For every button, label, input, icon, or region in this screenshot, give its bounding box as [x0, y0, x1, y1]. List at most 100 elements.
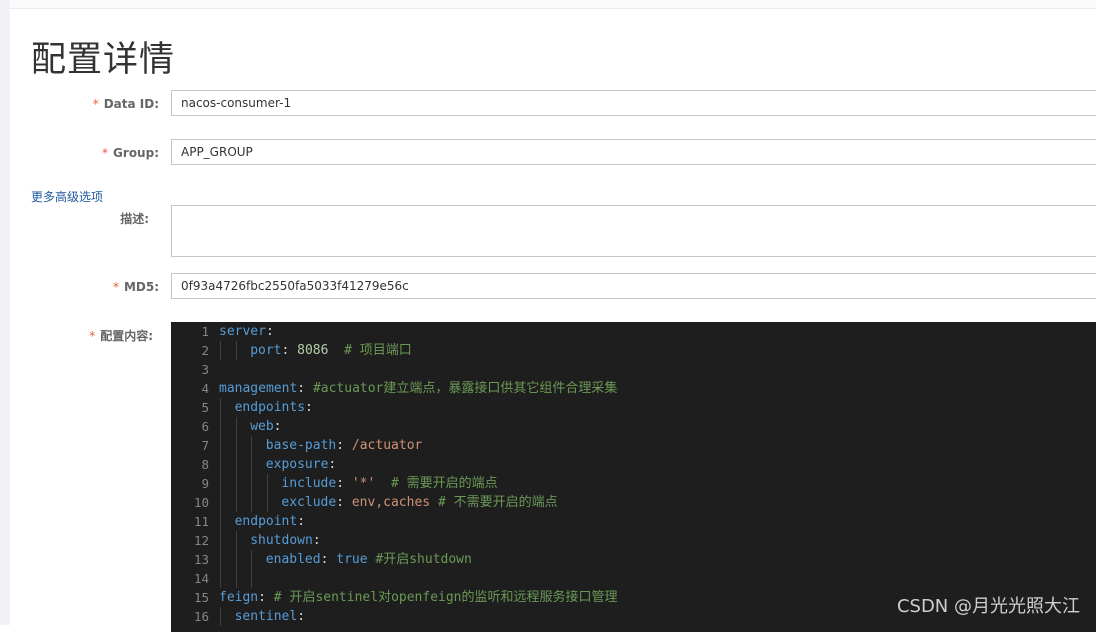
left-sidebar-edge [0, 0, 10, 625]
code-token: : [297, 514, 306, 529]
code-text: shutdown: [250, 531, 320, 550]
indent-guide [251, 550, 253, 569]
code-token: : [297, 381, 313, 396]
code-line: 8 exposure: [171, 455, 1096, 474]
line-number: 10 [193, 495, 209, 510]
indent-guide [266, 474, 268, 493]
code-token: : [312, 533, 321, 548]
code-line: 13 enabled: true #开启shutdown [171, 550, 1096, 569]
line-number: 13 [193, 552, 209, 567]
code-text: include: '*' # 需要开启的端点 [281, 474, 497, 493]
indent-guide [251, 493, 253, 512]
line-number: 16 [193, 609, 209, 624]
code-token: feign [219, 590, 259, 605]
code-token: : [328, 457, 337, 472]
line-number: 15 [193, 590, 209, 605]
description-label: 描述: [120, 212, 149, 226]
indent-guide [220, 436, 221, 455]
code-line: 6 web: [171, 417, 1096, 436]
code-token: exposure [265, 457, 329, 472]
indent-guide [235, 455, 237, 474]
indent-guide [251, 474, 253, 493]
indent-guide [220, 512, 221, 531]
line-number: 4 [201, 381, 209, 396]
code-text: endpoint: [235, 512, 305, 531]
code-token: # 需要开启的端点 [390, 476, 498, 491]
line-number: 12 [193, 533, 209, 548]
line-number: 6 [201, 419, 209, 434]
code-line: 14 [171, 569, 1096, 588]
code-token: : [258, 590, 274, 605]
code-token: true [336, 552, 368, 567]
indent-guide [220, 341, 221, 360]
code-token: #actuator建立端点，暴露接口供其它组件合理采集 [312, 381, 618, 396]
indent-guide [220, 398, 221, 417]
code-token: management [219, 381, 298, 396]
code-token: : [305, 400, 313, 415]
advanced-options-link[interactable]: 更多高级选项 [31, 188, 103, 205]
code-token: endpoint [234, 514, 298, 529]
indent-guide [220, 474, 221, 493]
line-number: 9 [201, 476, 209, 491]
required-mark: * [112, 280, 119, 294]
indent-guide [220, 455, 221, 474]
indent-guide [235, 569, 237, 588]
content-label: * 配置内容: [0, 327, 153, 345]
code-token: : [336, 495, 352, 510]
code-text: enabled: true #开启shutdown [266, 550, 472, 569]
indent-guide [220, 569, 221, 588]
code-line: 3 [171, 360, 1096, 379]
data-id-input[interactable] [171, 90, 1096, 116]
group-label-text: Group: [113, 146, 159, 160]
indent-guide [251, 569, 253, 588]
code-text: exposure: [266, 455, 336, 474]
data-id-label: * Data ID: [4, 95, 159, 113]
line-number: 2 [201, 343, 209, 358]
code-line: 7 base-path: /actuator [171, 436, 1096, 455]
code-text: port: 8086 # 项目端口 [250, 341, 412, 360]
code-token: web [250, 419, 274, 434]
code-token: exclude [281, 495, 337, 510]
watermark: CSDN @月光光照大江 [896, 596, 1080, 617]
indent-guide [220, 417, 221, 436]
code-text: web: [250, 417, 281, 436]
md5-input[interactable] [171, 273, 1096, 299]
indent-guide [220, 550, 221, 569]
description-textarea[interactable] [171, 205, 1096, 257]
top-bar [10, 0, 1096, 9]
code-token: sentinel [234, 609, 298, 624]
data-id-label-text: Data ID: [103, 97, 159, 111]
indent-guide [251, 455, 253, 474]
indent-guide [266, 493, 268, 512]
code-token: # 项目端口 [344, 343, 412, 358]
line-number: 7 [201, 438, 209, 453]
line-number: 8 [201, 457, 209, 472]
code-text: endpoints: [235, 398, 313, 417]
code-token: # 开启sentinel对openfeign的监听和远程服务接口管理 [273, 590, 618, 605]
code-text: sentinel: [235, 607, 305, 626]
code-editor[interactable]: 1 server: 2 port: 8086 # 项目端口 3 4 management: … [171, 322, 1096, 632]
line-number: 5 [201, 400, 209, 415]
code-token: : [320, 552, 337, 567]
indent-guide [220, 607, 221, 626]
code-token: env,caches [351, 495, 431, 510]
code-text: management: #actuator建立端点，暴露接口供其它组件合理采集 [219, 379, 617, 398]
line-number: 1 [201, 324, 209, 339]
group-input[interactable] [171, 139, 1096, 165]
code-token: /actuator [351, 438, 423, 453]
code-text: base-path: /actuator [266, 436, 423, 455]
code-line: 9 include: '*' # 需要开启的端点 [171, 474, 1096, 493]
line-number: 14 [193, 571, 209, 586]
indent-guide [235, 474, 237, 493]
code-token: : [336, 476, 352, 491]
code-token: : [336, 438, 352, 453]
indent-guide [235, 531, 237, 550]
code-token: : [297, 609, 306, 624]
code-token: : [281, 343, 298, 358]
page-title: 配置详情 [31, 40, 176, 80]
code-token: include [281, 476, 337, 491]
code-token: : [273, 419, 282, 434]
code-line: 1 server: [171, 322, 1096, 341]
